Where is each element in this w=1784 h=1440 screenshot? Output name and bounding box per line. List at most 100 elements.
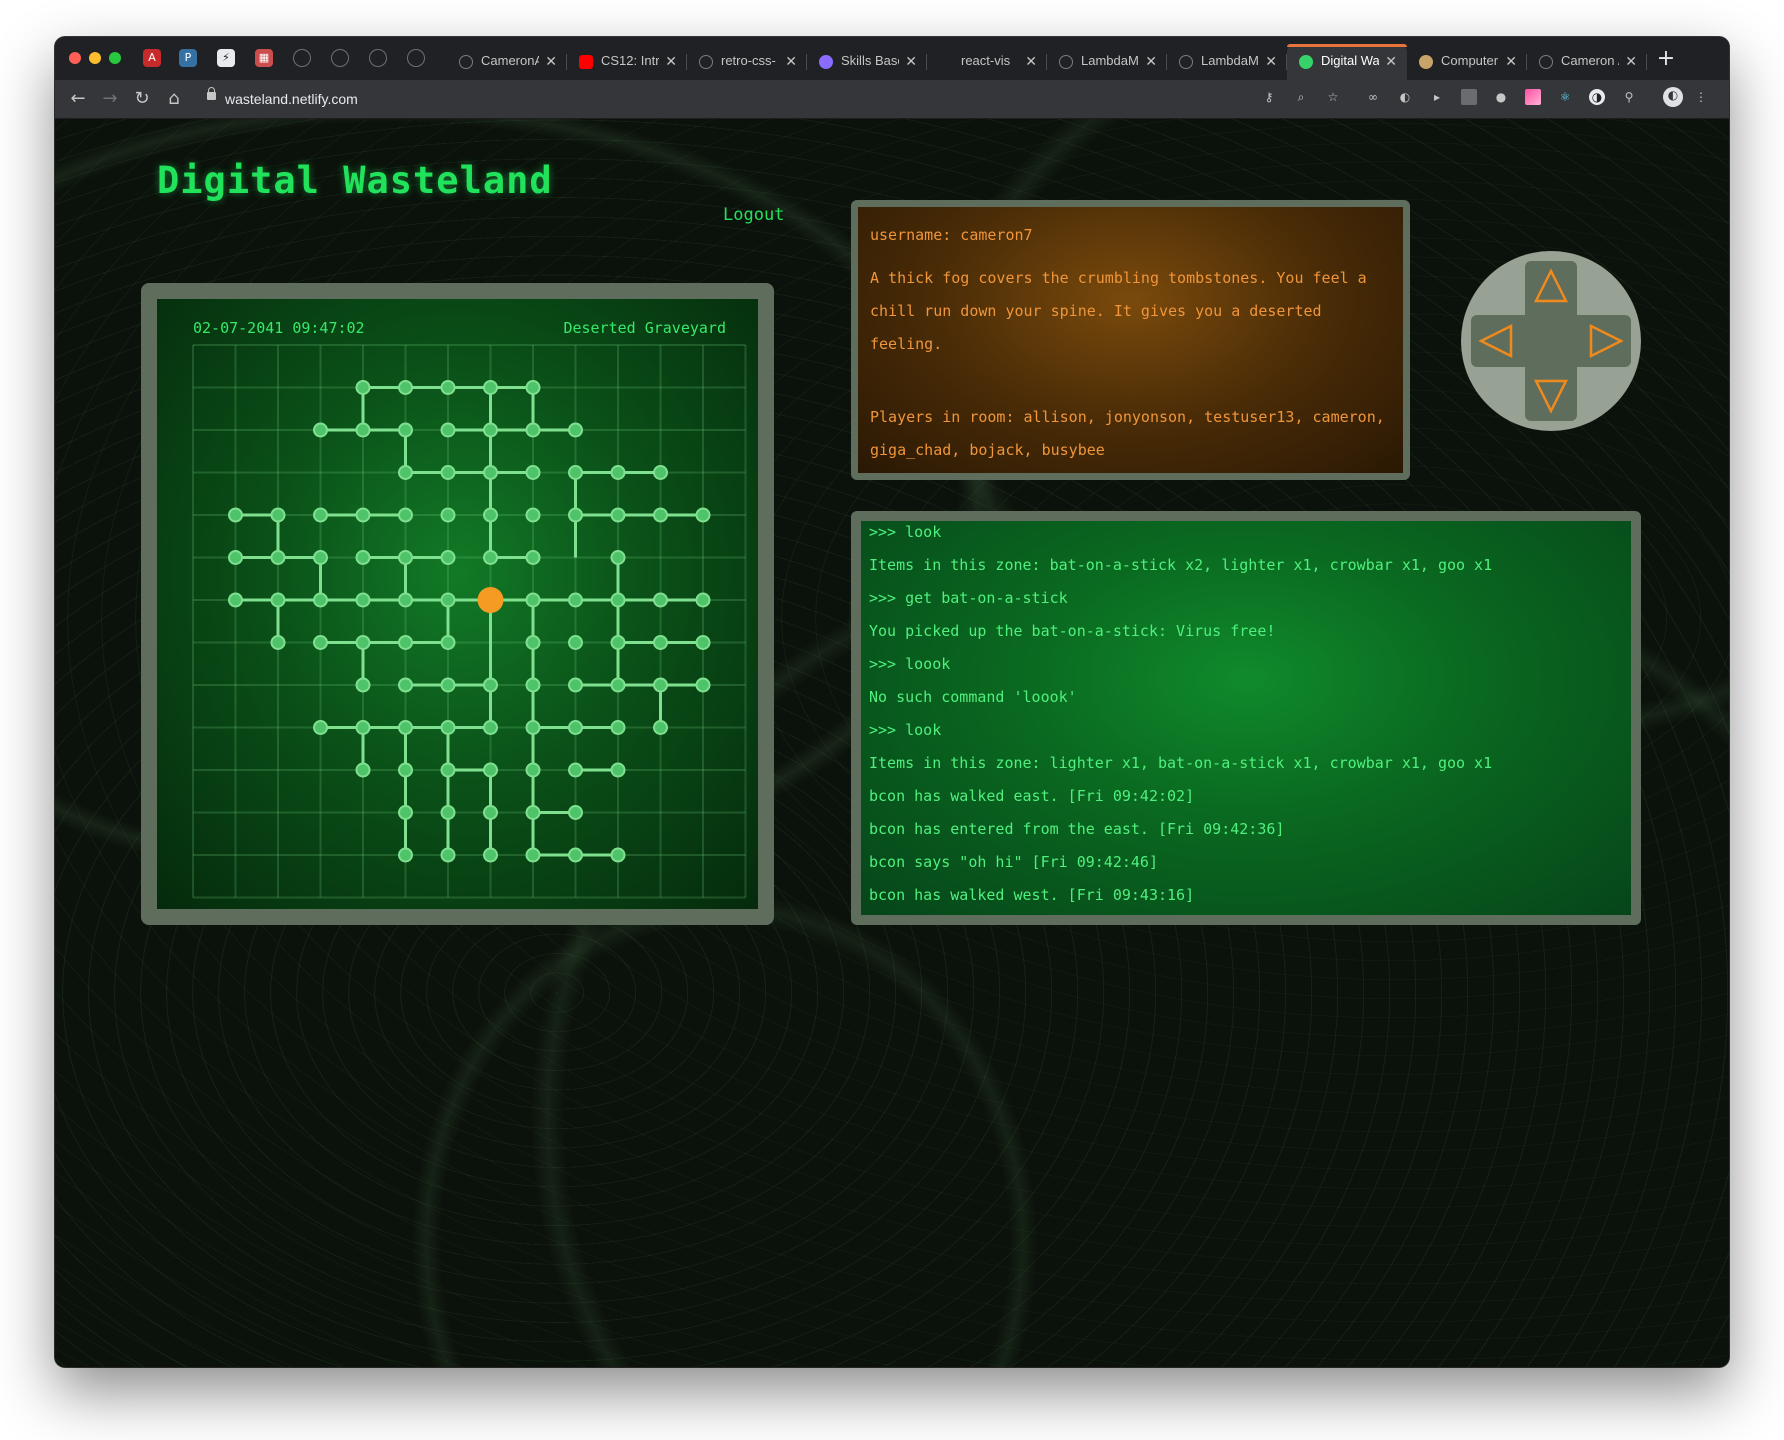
- map-room-node: [398, 422, 413, 438]
- browser-tab[interactable]: Cameron / ✕: [1527, 44, 1647, 80]
- map-room-node: [610, 677, 626, 693]
- logout-link[interactable]: Logout: [723, 205, 784, 225]
- map-room-node: [610, 762, 626, 778]
- pinned-tab-github-icon[interactable]: [293, 49, 311, 67]
- map-room-node: [525, 677, 541, 693]
- map-room-node: [653, 507, 668, 523]
- lock-icon: [207, 87, 216, 100]
- browser-tab[interactable]: Skills Base ✕: [807, 44, 927, 80]
- tab-close-icon[interactable]: ✕: [1385, 44, 1397, 78]
- github-icon: [1179, 55, 1193, 69]
- map-room-node: [440, 592, 456, 608]
- browser-tab[interactable]: react-vis ✕: [927, 44, 1047, 80]
- map-room-node: [525, 762, 541, 778]
- extension-pin-icon[interactable]: ⚲: [1621, 89, 1637, 105]
- browser-tab[interactable]: Digital Wa ✕: [1287, 44, 1407, 80]
- pinned-tab-github-icon[interactable]: [407, 49, 425, 67]
- extension-bulb-icon[interactable]: ◐: [1397, 89, 1413, 105]
- map-room-node: [270, 592, 286, 608]
- address-bar[interactable]: wasteland.netlify.com: [199, 85, 1419, 113]
- bookmark-star-icon[interactable]: ☆: [1325, 89, 1341, 105]
- home-icon[interactable]: ⌂: [159, 84, 189, 114]
- map-room-node: [355, 592, 371, 608]
- tab-close-icon[interactable]: ✕: [1505, 44, 1517, 78]
- map-room-node: [355, 380, 371, 395]
- move-west-button[interactable]: [1475, 318, 1521, 364]
- map-room-node: [568, 677, 583, 693]
- pinned-tab-github-icon[interactable]: [369, 49, 387, 67]
- tab-close-icon[interactable]: ✕: [1025, 44, 1037, 78]
- browser-tab[interactable]: LambdaM ✕: [1167, 44, 1287, 80]
- forward-arrow-icon[interactable]: →: [95, 84, 125, 114]
- extension-color-icon[interactable]: [1525, 89, 1541, 105]
- pinned-tab-bank-icon[interactable]: ▦: [255, 49, 273, 67]
- close-window-button[interactable]: [69, 52, 81, 64]
- extension-circle-icon[interactable]: ◑: [1589, 89, 1605, 105]
- map-room-node: [228, 550, 243, 565]
- tab-close-icon[interactable]: ✕: [665, 44, 677, 78]
- map-gridlines: [192, 344, 747, 899]
- zoom-icon[interactable]: ⌕: [1293, 89, 1309, 105]
- map-room-node: [440, 507, 456, 523]
- browser-tab[interactable]: CS12: Intro ✕: [567, 44, 687, 80]
- react-icon: [1299, 55, 1313, 69]
- extension-play-icon[interactable]: ▸: [1429, 89, 1445, 105]
- map-room-node: [398, 805, 413, 820]
- profile-avatar[interactable]: ◐: [1663, 87, 1683, 107]
- map-room-node: [483, 847, 498, 863]
- room-info-screen: username: cameron7 A thick fog covers th…: [858, 207, 1403, 473]
- console-command: >>> look: [869, 523, 942, 541]
- extension-glasses-icon[interactable]: ∞: [1365, 89, 1381, 105]
- map-room-node: [483, 422, 498, 438]
- github-icon: [699, 55, 713, 69]
- players-in-room: Players in room: allison, jonyonson, tes…: [870, 408, 1385, 459]
- console-command: >>> look: [869, 721, 942, 739]
- tab-close-icon[interactable]: ✕: [905, 44, 917, 78]
- browser-tab[interactable]: retro-css- ✕: [687, 44, 807, 80]
- maximize-window-button[interactable]: [109, 52, 121, 64]
- tab-close-icon[interactable]: ✕: [545, 44, 557, 78]
- move-north-button[interactable]: [1528, 265, 1574, 311]
- browser-tab[interactable]: Computer ✕: [1407, 44, 1527, 80]
- browser-tab[interactable]: LambdaM ✕: [1047, 44, 1167, 80]
- back-arrow-icon[interactable]: ←: [63, 84, 93, 114]
- map-room-node: [355, 762, 371, 778]
- github-icon: [459, 55, 473, 69]
- pinned-tab-python-icon[interactable]: P: [179, 49, 197, 67]
- map-room-node: [653, 592, 668, 608]
- reload-icon[interactable]: ↻: [127, 84, 157, 114]
- new-tab-button[interactable]: +: [1652, 44, 1680, 74]
- map-room-node: [653, 720, 668, 735]
- console-output-line: You picked up the bat-on-a-stick: Virus …: [869, 622, 1276, 640]
- tab-title: Digital Wa: [1321, 53, 1379, 68]
- map-room-node: [398, 465, 413, 480]
- pinned-tab-github-icon[interactable]: [331, 49, 349, 67]
- tab-close-icon[interactable]: ✕: [1145, 44, 1157, 78]
- pinned-tab-angular-icon[interactable]: A: [143, 49, 161, 67]
- react-devtools-icon[interactable]: ⚛: [1557, 89, 1573, 105]
- tab-close-icon[interactable]: ✕: [1265, 44, 1277, 78]
- extension-bottle-icon[interactable]: ●: [1493, 89, 1509, 105]
- tab-close-icon[interactable]: ✕: [785, 44, 797, 78]
- map-room-node: [398, 677, 413, 693]
- map-room-node: [568, 847, 583, 863]
- browser-tab[interactable]: CameronA ✕: [447, 44, 567, 80]
- key-icon[interactable]: ⚷: [1261, 89, 1277, 105]
- tab-close-icon[interactable]: ✕: [1625, 44, 1637, 78]
- menu-kebab-icon[interactable]: ⋮: [1693, 89, 1709, 105]
- map-room-node: [440, 677, 456, 693]
- console-command: >>> loook: [869, 655, 951, 673]
- minimize-window-button[interactable]: [89, 52, 101, 64]
- map-room-node: [398, 720, 413, 735]
- map-room-node: [610, 635, 626, 650]
- move-east-button[interactable]: [1581, 318, 1627, 364]
- map-room-node: [440, 847, 456, 863]
- map-grid: [192, 344, 747, 899]
- map-datetime: 02-07-2041 09:47:02: [193, 319, 365, 337]
- map-room-node: [270, 635, 286, 650]
- move-south-button[interactable]: [1528, 371, 1574, 417]
- extension-block-icon[interactable]: [1461, 89, 1477, 105]
- pinned-tab-bolt-icon[interactable]: ⚡: [217, 49, 235, 67]
- map-room-node: [313, 550, 328, 565]
- console-output[interactable]: >>> look Items in this zone: bat-on-a-sti…: [861, 521, 1631, 915]
